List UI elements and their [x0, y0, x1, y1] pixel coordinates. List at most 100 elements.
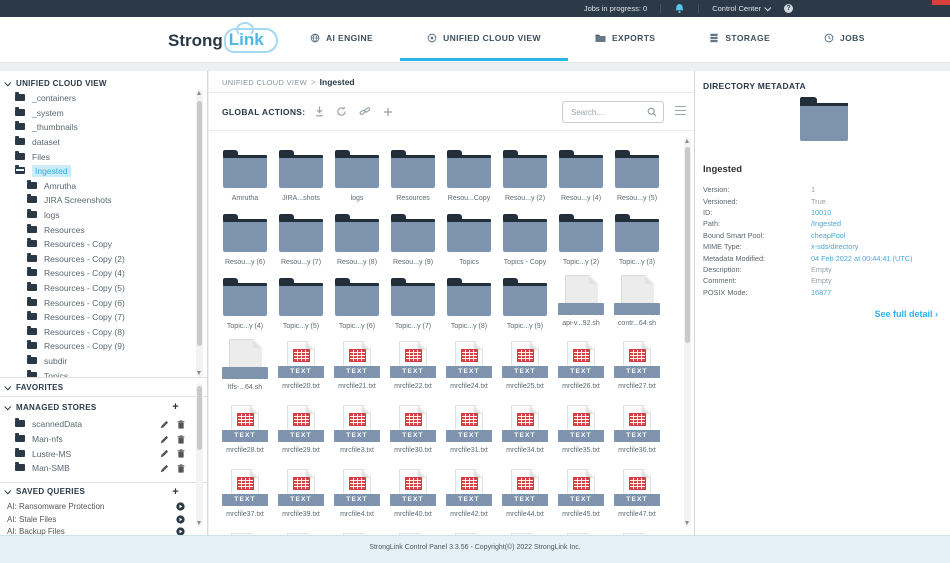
- grid-item[interactable]: Resou...y (8): [329, 211, 385, 275]
- managed-store-item[interactable]: Man-nfs: [0, 432, 207, 447]
- tree-item[interactable]: _system: [0, 106, 194, 121]
- sidebar-lower-scrollbar[interactable]: [196, 383, 203, 527]
- metadata-value[interactable]: 16877: [811, 288, 831, 297]
- delete-icon[interactable]: [177, 435, 185, 444]
- metadata-value[interactable]: 04 Feb 2022 at 00:44:41 (UTC): [811, 254, 912, 263]
- grid-item[interactable]: TEXTmrcfile4.txt: [329, 467, 385, 531]
- tree-item[interactable]: Resources - Copy (9): [0, 339, 194, 354]
- tree-item[interactable]: Topics: [0, 368, 194, 377]
- tree-item[interactable]: Resources - Copy (5): [0, 281, 194, 296]
- grid-item[interactable]: TEXTmrcfile25.txt: [497, 339, 553, 403]
- grid-item[interactable]: TEXTmrcfile27.txt: [609, 339, 665, 403]
- metadata-value[interactable]: /Ingested: [811, 219, 841, 228]
- grid-item[interactable]: TEXTmrcfile35.txt: [553, 403, 609, 467]
- tab-storage[interactable]: STORAGE: [682, 17, 797, 61]
- grid-item[interactable]: TEXTmrcfile31.txt: [441, 403, 497, 467]
- grid-item[interactable]: Topic...y (4): [217, 275, 273, 339]
- edit-icon[interactable]: [160, 464, 169, 473]
- edit-icon[interactable]: [160, 449, 169, 458]
- edit-icon[interactable]: [160, 420, 169, 429]
- scroll-down-arrow[interactable]: [197, 521, 201, 525]
- grid-item[interactable]: Topics: [441, 211, 497, 275]
- tree-item[interactable]: Resources - Copy (2): [0, 252, 194, 267]
- grid-item[interactable]: TEXTmrcfile34.txt: [497, 403, 553, 467]
- grid-item[interactable]: TEXTmrcfile40.txt: [385, 467, 441, 531]
- scroll-down-arrow[interactable]: [685, 521, 689, 525]
- grid-item[interactable]: TEXTmrcfile47.txt: [609, 467, 665, 531]
- grid-item[interactable]: TEXTmrcfile36.txt: [609, 403, 665, 467]
- tree-item[interactable]: Files: [0, 149, 194, 164]
- grid-item[interactable]: Resou...y (9): [385, 211, 441, 275]
- scroll-down-arrow[interactable]: [197, 371, 201, 375]
- grid-item[interactable]: logs: [329, 147, 385, 211]
- tab-ai-engine[interactable]: AI ENGINE: [283, 17, 400, 61]
- grid-item[interactable]: JIRA...shots: [273, 147, 329, 211]
- tree-item[interactable]: logs: [0, 208, 194, 223]
- grid-item[interactable]: TEXTmrcfile3.txt: [329, 403, 385, 467]
- scroll-thumb[interactable]: [197, 101, 202, 346]
- tree-item[interactable]: Resources - Copy (8): [0, 325, 194, 340]
- tree-item[interactable]: Resources - Copy: [0, 237, 194, 252]
- grid-item[interactable]: ltfs-...64.sh: [217, 339, 273, 403]
- managed-store-item[interactable]: Man-SMB: [0, 461, 207, 476]
- tree-item[interactable]: Resources - Copy (4): [0, 266, 194, 281]
- tree-item[interactable]: Ingested: [0, 164, 194, 179]
- grid-item[interactable]: api-v...92.sh: [553, 275, 609, 339]
- favorites-header[interactable]: FAVORITES: [0, 378, 207, 396]
- search-icon[interactable]: [647, 107, 663, 117]
- grid-item[interactable]: TEXTmrcfile45.txt: [553, 467, 609, 531]
- grid-item[interactable]: TEXTmrcfile44.txt: [497, 467, 553, 531]
- grid-item[interactable]: TEXTmrcfile28.txt: [217, 403, 273, 467]
- tree-item[interactable]: _containers: [0, 91, 194, 106]
- edit-icon[interactable]: [160, 435, 169, 444]
- download-icon[interactable]: [315, 106, 324, 117]
- run-query-icon[interactable]: [176, 502, 185, 511]
- grid-item[interactable]: Amrutha: [217, 147, 273, 211]
- delete-icon[interactable]: [177, 449, 185, 458]
- grid-item[interactable]: TEXTmrcfile22.txt: [385, 339, 441, 403]
- grid-item[interactable]: TEXTmrcfile24.txt: [441, 339, 497, 403]
- metadata-value[interactable]: 10010: [811, 208, 831, 217]
- tree-item[interactable]: Resources: [0, 222, 194, 237]
- run-query-icon[interactable]: [176, 515, 185, 524]
- refresh-icon[interactable]: [336, 106, 347, 117]
- grid-item[interactable]: TEXTmrcfile42.txt: [441, 467, 497, 531]
- scroll-up-arrow[interactable]: [197, 91, 201, 95]
- tree-item[interactable]: _thumbnails: [0, 120, 194, 135]
- managed-stores-header[interactable]: MANAGED STORES+: [0, 397, 207, 417]
- grid-item[interactable]: Resou...y (6): [217, 211, 273, 275]
- tab-jobs[interactable]: JOBS: [797, 17, 892, 61]
- grid-item[interactable]: Topics - Copy: [497, 211, 553, 275]
- saved-queries-header[interactable]: SAVED QUERIES+: [0, 483, 207, 501]
- delete-icon[interactable]: [177, 464, 185, 473]
- add-icon[interactable]: [383, 107, 393, 117]
- grid-item[interactable]: Topic...y (7): [385, 275, 441, 339]
- grid-item[interactable]: TEXTmrcfile29.txt: [273, 403, 329, 467]
- grid-item[interactable]: Topic...y (8): [441, 275, 497, 339]
- tree-item[interactable]: JIRA Screenshots: [0, 193, 194, 208]
- tree-item[interactable]: subdir: [0, 354, 194, 369]
- tab-exports[interactable]: EXPORTS: [568, 17, 682, 61]
- grid-item[interactable]: contr...64.sh: [609, 275, 665, 339]
- tree-item[interactable]: dataset: [0, 135, 194, 150]
- tree-item[interactable]: Resources - Copy (7): [0, 310, 194, 325]
- grid-item[interactable]: Topic...y (9): [497, 275, 553, 339]
- grid-item[interactable]: Resou...Copy: [441, 147, 497, 211]
- grid-item[interactable]: Resou...y (4): [553, 147, 609, 211]
- control-center-menu[interactable]: Control Center: [712, 4, 771, 13]
- grid-item[interactable]: Topic...y (2): [553, 211, 609, 275]
- grid-item[interactable]: Topic...y (3): [609, 211, 665, 275]
- metadata-value[interactable]: cheapPool: [811, 231, 846, 240]
- scroll-up-arrow[interactable]: [685, 139, 689, 143]
- grid-item[interactable]: Resources: [385, 147, 441, 211]
- grid-item[interactable]: TEXTmrcfile26.txt: [553, 339, 609, 403]
- search-input[interactable]: [563, 108, 647, 117]
- see-full-detail-link[interactable]: See full detail ›: [874, 309, 938, 319]
- tree-header[interactable]: UNIFIED CLOUD VIEW: [0, 76, 207, 91]
- tree-item[interactable]: Amrutha: [0, 179, 194, 194]
- saved-query-item[interactable]: AI: Stale Files: [0, 513, 207, 525]
- grid-item[interactable]: TEXTmrcfile30.txt: [385, 403, 441, 467]
- breadcrumb-root[interactable]: UNIFIED CLOUD VIEW: [222, 78, 307, 87]
- grid-item[interactable]: TEXTmrcfile20.txt: [273, 339, 329, 403]
- tab-unified-cloud-view[interactable]: UNIFIED CLOUD VIEW: [400, 17, 568, 61]
